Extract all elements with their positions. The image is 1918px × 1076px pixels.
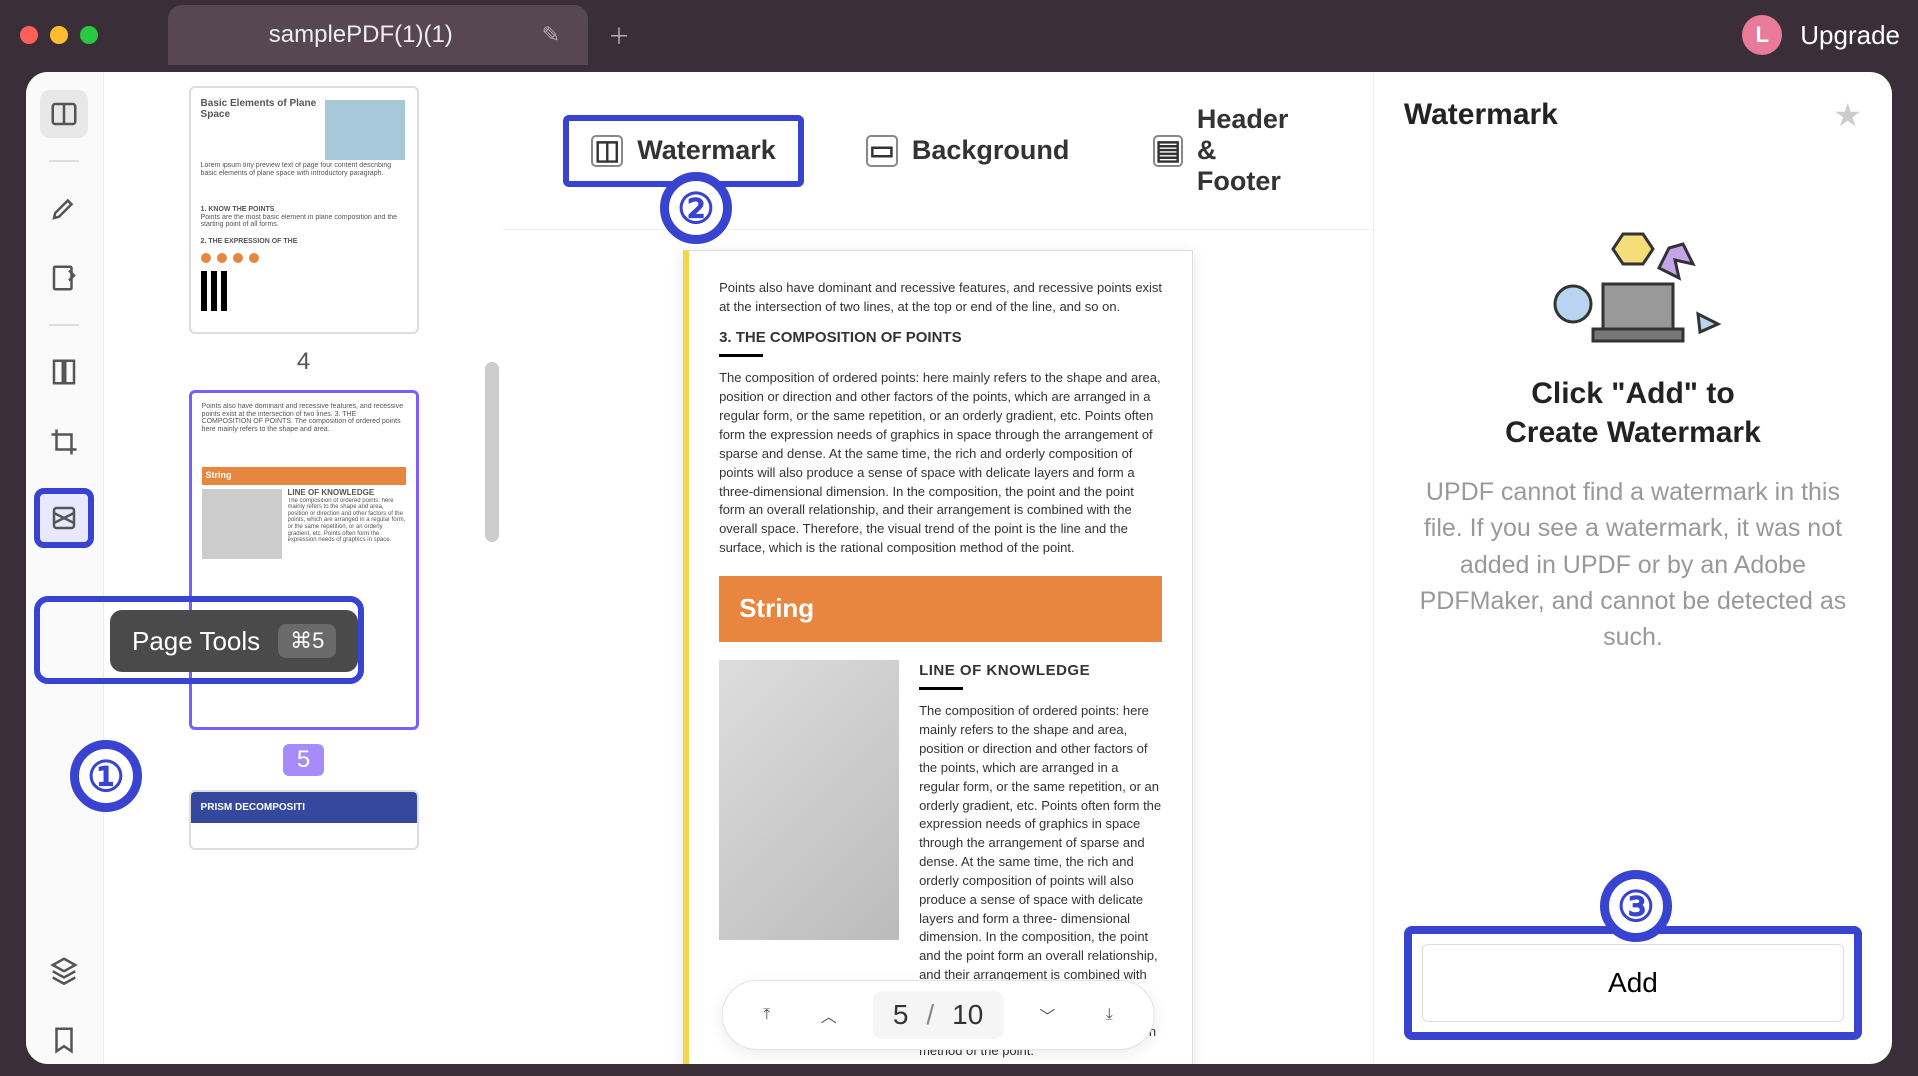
thumb-orange-band: String — [202, 467, 406, 485]
document-tab[interactable]: samplePDF(1)(1) ✎ — [168, 5, 588, 65]
last-page-button[interactable]: ⤓ — [1091, 997, 1127, 1033]
rail-divider — [49, 324, 79, 326]
page-navigation-bar: ⤒ ︿ 5 / 10 ﹀ ⤓ — [722, 980, 1155, 1050]
next-page-button[interactable]: ﹀ — [1029, 997, 1065, 1033]
tooltip-text: Page Tools — [132, 626, 260, 657]
first-page-button[interactable]: ⤒ — [749, 997, 785, 1033]
tab-background-label: Background — [912, 135, 1070, 166]
add-watermark-button[interactable]: Add — [1422, 944, 1844, 1022]
tab-background[interactable]: ▭ Background — [844, 121, 1092, 181]
page-indicator: 5 / 10 — [873, 991, 1004, 1039]
doc-intro: Points also have dominant and recessive … — [719, 279, 1162, 317]
total-pages: 10 — [952, 999, 983, 1031]
edit-tab-icon[interactable]: ✎ — [542, 22, 560, 48]
doc-para-1: The composition of ordered points: here … — [719, 369, 1162, 557]
page-tools-tabs: ◫ Watermark ▭ Background ▤ Header & Foot… — [503, 72, 1373, 230]
page-slash: / — [926, 999, 934, 1031]
organize-pages-button[interactable] — [40, 348, 88, 396]
subhead-underline — [919, 687, 963, 690]
add-button-highlight: Add — [1404, 926, 1862, 1040]
edit-text-button[interactable] — [40, 254, 88, 302]
prev-page-button[interactable]: ︿ — [811, 997, 847, 1033]
cta-description: UPDF cannot find a watermark in this fil… — [1404, 474, 1862, 655]
thumbnail-number-5: 5 — [283, 744, 324, 776]
left-toolbar — [26, 72, 104, 1064]
thumb-blue-title: PRISM DECOMPOSITI — [191, 792, 417, 823]
panel-title: Watermark — [1404, 98, 1558, 132]
titlebar: samplePDF(1)(1) ✎ ＋ L Upgrade — [0, 0, 1918, 70]
doc-heading-3: 3. THE COMPOSITION OF POINTS — [719, 327, 1162, 349]
document-viewport[interactable]: Points also have dominant and recessive … — [503, 230, 1373, 1064]
thumbnail-scrollbar[interactable] — [485, 362, 499, 542]
thumbnail-number-4: 4 — [297, 348, 310, 376]
upgrade-button[interactable]: Upgrade — [1800, 20, 1900, 51]
user-avatar[interactable]: L — [1742, 15, 1782, 55]
close-window-button[interactable] — [20, 26, 38, 44]
highlighter-button[interactable] — [40, 184, 88, 232]
traffic-lights — [20, 26, 98, 44]
center-area: ◫ Watermark ▭ Background ▤ Header & Foot… — [503, 72, 1373, 1064]
watermark-illustration — [1533, 214, 1733, 354]
background-icon: ▭ — [866, 135, 898, 167]
heading-underline — [719, 354, 763, 357]
annotation-step-1: ① — [70, 740, 142, 812]
crop-button[interactable] — [40, 418, 88, 466]
tab-header-footer[interactable]: ▤ Header & Footer — [1131, 90, 1313, 211]
tooltip-shortcut: ⌘5 — [278, 624, 336, 658]
favorite-star-icon[interactable]: ★ — [1833, 96, 1862, 134]
thumb-arch-image — [202, 489, 282, 559]
current-page-input[interactable]: 5 — [893, 999, 909, 1031]
thumbnail-page-6[interactable]: PRISM DECOMPOSITI — [189, 790, 419, 850]
thumb-image-placeholder — [325, 100, 405, 160]
page-tools-tooltip: Page Tools ⌘5 — [110, 610, 358, 672]
minimize-window-button[interactable] — [50, 26, 68, 44]
annotation-step-2: ② — [660, 172, 732, 244]
bookmark-button[interactable] — [40, 1016, 88, 1064]
tab-watermark-label: Watermark — [637, 135, 776, 166]
new-tab-button[interactable]: ＋ — [608, 19, 630, 51]
thumbnail-panel[interactable]: Basic Elements of Plane Space Lorem ipsu… — [104, 72, 503, 1064]
doc-subhead: LINE OF KNOWLEDGE — [919, 660, 1162, 682]
layers-button[interactable] — [40, 946, 88, 994]
watermark-icon: ◫ — [591, 135, 623, 167]
maximize-window-button[interactable] — [80, 26, 98, 44]
reader-mode-button[interactable] — [40, 90, 88, 138]
cta-title: Click "Add" to Create Watermark — [1404, 374, 1862, 452]
document-page: Points also have dominant and recessive … — [683, 250, 1193, 1064]
page-tools-button[interactable] — [34, 488, 94, 548]
doc-orange-title: String — [719, 576, 1162, 642]
doc-architecture-image — [719, 660, 899, 940]
header-footer-icon: ▤ — [1153, 135, 1183, 167]
tab-title: samplePDF(1)(1) — [196, 21, 526, 49]
annotation-step-3: ③ — [1600, 870, 1672, 942]
rail-divider — [49, 160, 79, 162]
thumbnail-page-4[interactable]: Basic Elements of Plane Space Lorem ipsu… — [189, 86, 419, 334]
tab-header-footer-label: Header & Footer — [1197, 104, 1291, 197]
